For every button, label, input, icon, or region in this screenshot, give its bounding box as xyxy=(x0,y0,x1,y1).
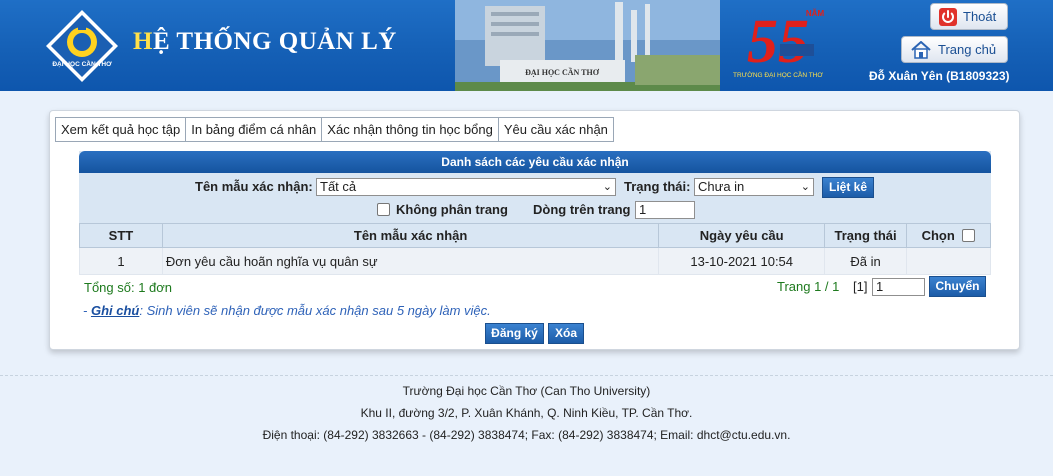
request-table: STT Tên mẫu xác nhận Ngày yêu cầu Trạng … xyxy=(79,223,991,275)
list-title: Danh sách các yêu cầu xác nhận xyxy=(79,151,991,173)
header-banner: ĐẠI HỌC CẦN THƠ HỆ THỐNG QUẢN LÝ ĐẠI HỌC… xyxy=(0,0,1053,91)
no-paging-label: Không phân trang xyxy=(396,202,508,217)
logout-button[interactable]: Thoát xyxy=(930,3,1008,30)
col-select: Chọn xyxy=(906,223,991,248)
row-select-cell xyxy=(906,247,991,275)
tab-print-transcript[interactable]: In bảng điểm cá nhân xyxy=(185,117,323,142)
home-icon xyxy=(911,40,931,59)
tab-scholarship-confirmation[interactable]: Xác nhận thông tin học bổng xyxy=(321,117,499,142)
template-select[interactable]: Tất cả ⌄ xyxy=(316,178,616,196)
power-icon xyxy=(939,7,957,26)
footer: Trường Đại học Cần Thơ (Can Tho Universi… xyxy=(0,380,1053,446)
university-logo: ĐẠI HỌC CẦN THƠ xyxy=(46,10,118,82)
row-status: Đã in xyxy=(824,247,908,275)
total-count: Tổng số: 1 đơn xyxy=(84,280,173,295)
request-list-box: Danh sách các yêu cầu xác nhận Tên mẫu x… xyxy=(79,151,991,275)
status-select[interactable]: Chưa in ⌄ xyxy=(694,178,814,196)
table-row[interactable]: 1 Đơn yêu cầu hoãn nghĩa vụ quân sự 13-1… xyxy=(79,247,991,275)
status-label: Trạng thái: xyxy=(624,179,691,194)
logout-label: Thoát xyxy=(963,9,997,24)
row-stt: 1 xyxy=(79,247,163,275)
anniversary-55-logo: 55 NĂM TRƯỜNG ĐẠI HỌC CẦN THƠ xyxy=(733,8,825,79)
tab-academic-results[interactable]: Xem kết quả học tập xyxy=(55,117,187,142)
register-button[interactable]: Đăng ký xyxy=(485,323,544,344)
chevron-down-icon: ⌄ xyxy=(800,181,810,193)
note-label: Ghi chú xyxy=(90,303,140,318)
go-page-button[interactable]: Chuyển xyxy=(929,276,986,297)
delete-button[interactable]: Xóa xyxy=(548,323,584,344)
tab-bar: Xem kết quả học tập In bảng điểm cá nhân… xyxy=(55,117,614,142)
user-name: Đỗ Xuân Yên (B1809323) xyxy=(869,69,1010,83)
svg-text:NĂM: NĂM xyxy=(806,9,825,18)
page-info: Trang 1 / 1 xyxy=(777,279,840,294)
row-template-name: Đơn yêu cầu hoãn nghĩa vụ quân sự xyxy=(161,247,660,275)
select-all-checkbox[interactable] xyxy=(962,229,976,242)
page-link-1[interactable]: [1] xyxy=(853,279,867,294)
rows-per-page-label: Dòng trên trang xyxy=(533,202,631,217)
template-label: Tên mẫu xác nhận: xyxy=(195,179,313,194)
row-request-date: 13-10-2021 10:54 xyxy=(658,247,826,275)
rows-per-page-input[interactable]: 1 xyxy=(635,201,695,219)
filter-row: Tên mẫu xác nhận: Tất cả ⌄ Trạng thái: Ch… xyxy=(79,177,991,199)
select-header-label: Chọn xyxy=(921,228,955,243)
home-label: Trang chủ xyxy=(938,42,997,57)
home-button[interactable]: Trang chủ xyxy=(901,36,1008,63)
campus-photo: ĐẠI HỌC CẦN THƠ xyxy=(455,0,720,91)
col-status: Trạng thái xyxy=(824,223,908,248)
footer-address: Khu II, đường 3/2, P. Xuân Khánh, Q. Nin… xyxy=(360,406,693,420)
footer-divider xyxy=(0,375,1053,376)
page-number-input[interactable]: 1 xyxy=(872,278,925,296)
table-header-row: STT Tên mẫu xác nhận Ngày yêu cầu Trạng … xyxy=(79,223,991,248)
tab-confirmation-request[interactable]: Yêu cầu xác nhận xyxy=(497,117,614,142)
col-template-name: Tên mẫu xác nhận xyxy=(161,223,660,248)
note-text: - Ghi chú: Sinh viên sẽ nhận được mẫu xá… xyxy=(83,303,491,318)
list-button[interactable]: Liệt kê xyxy=(822,177,874,198)
svg-text:55: 55 xyxy=(747,8,809,76)
col-stt: STT xyxy=(79,223,163,248)
col-request-date: Ngày yêu cầu xyxy=(658,223,826,248)
no-paging-checkbox[interactable] xyxy=(377,203,390,216)
footer-contact: Điện thoại: (84-292) 3832663 - (84-292) … xyxy=(262,428,791,442)
chevron-down-icon: ⌄ xyxy=(602,181,612,193)
main-panel: Xem kết quả học tập In bảng điểm cá nhân… xyxy=(49,110,1020,350)
system-title: HỆ THỐNG QUẢN LÝ xyxy=(133,28,397,55)
svg-text:ĐẠI HỌC CẦN THƠ: ĐẠI HỌC CẦN THƠ xyxy=(525,67,600,77)
footer-university: Trường Đại học Cần Thơ (Can Tho Universi… xyxy=(402,384,651,398)
